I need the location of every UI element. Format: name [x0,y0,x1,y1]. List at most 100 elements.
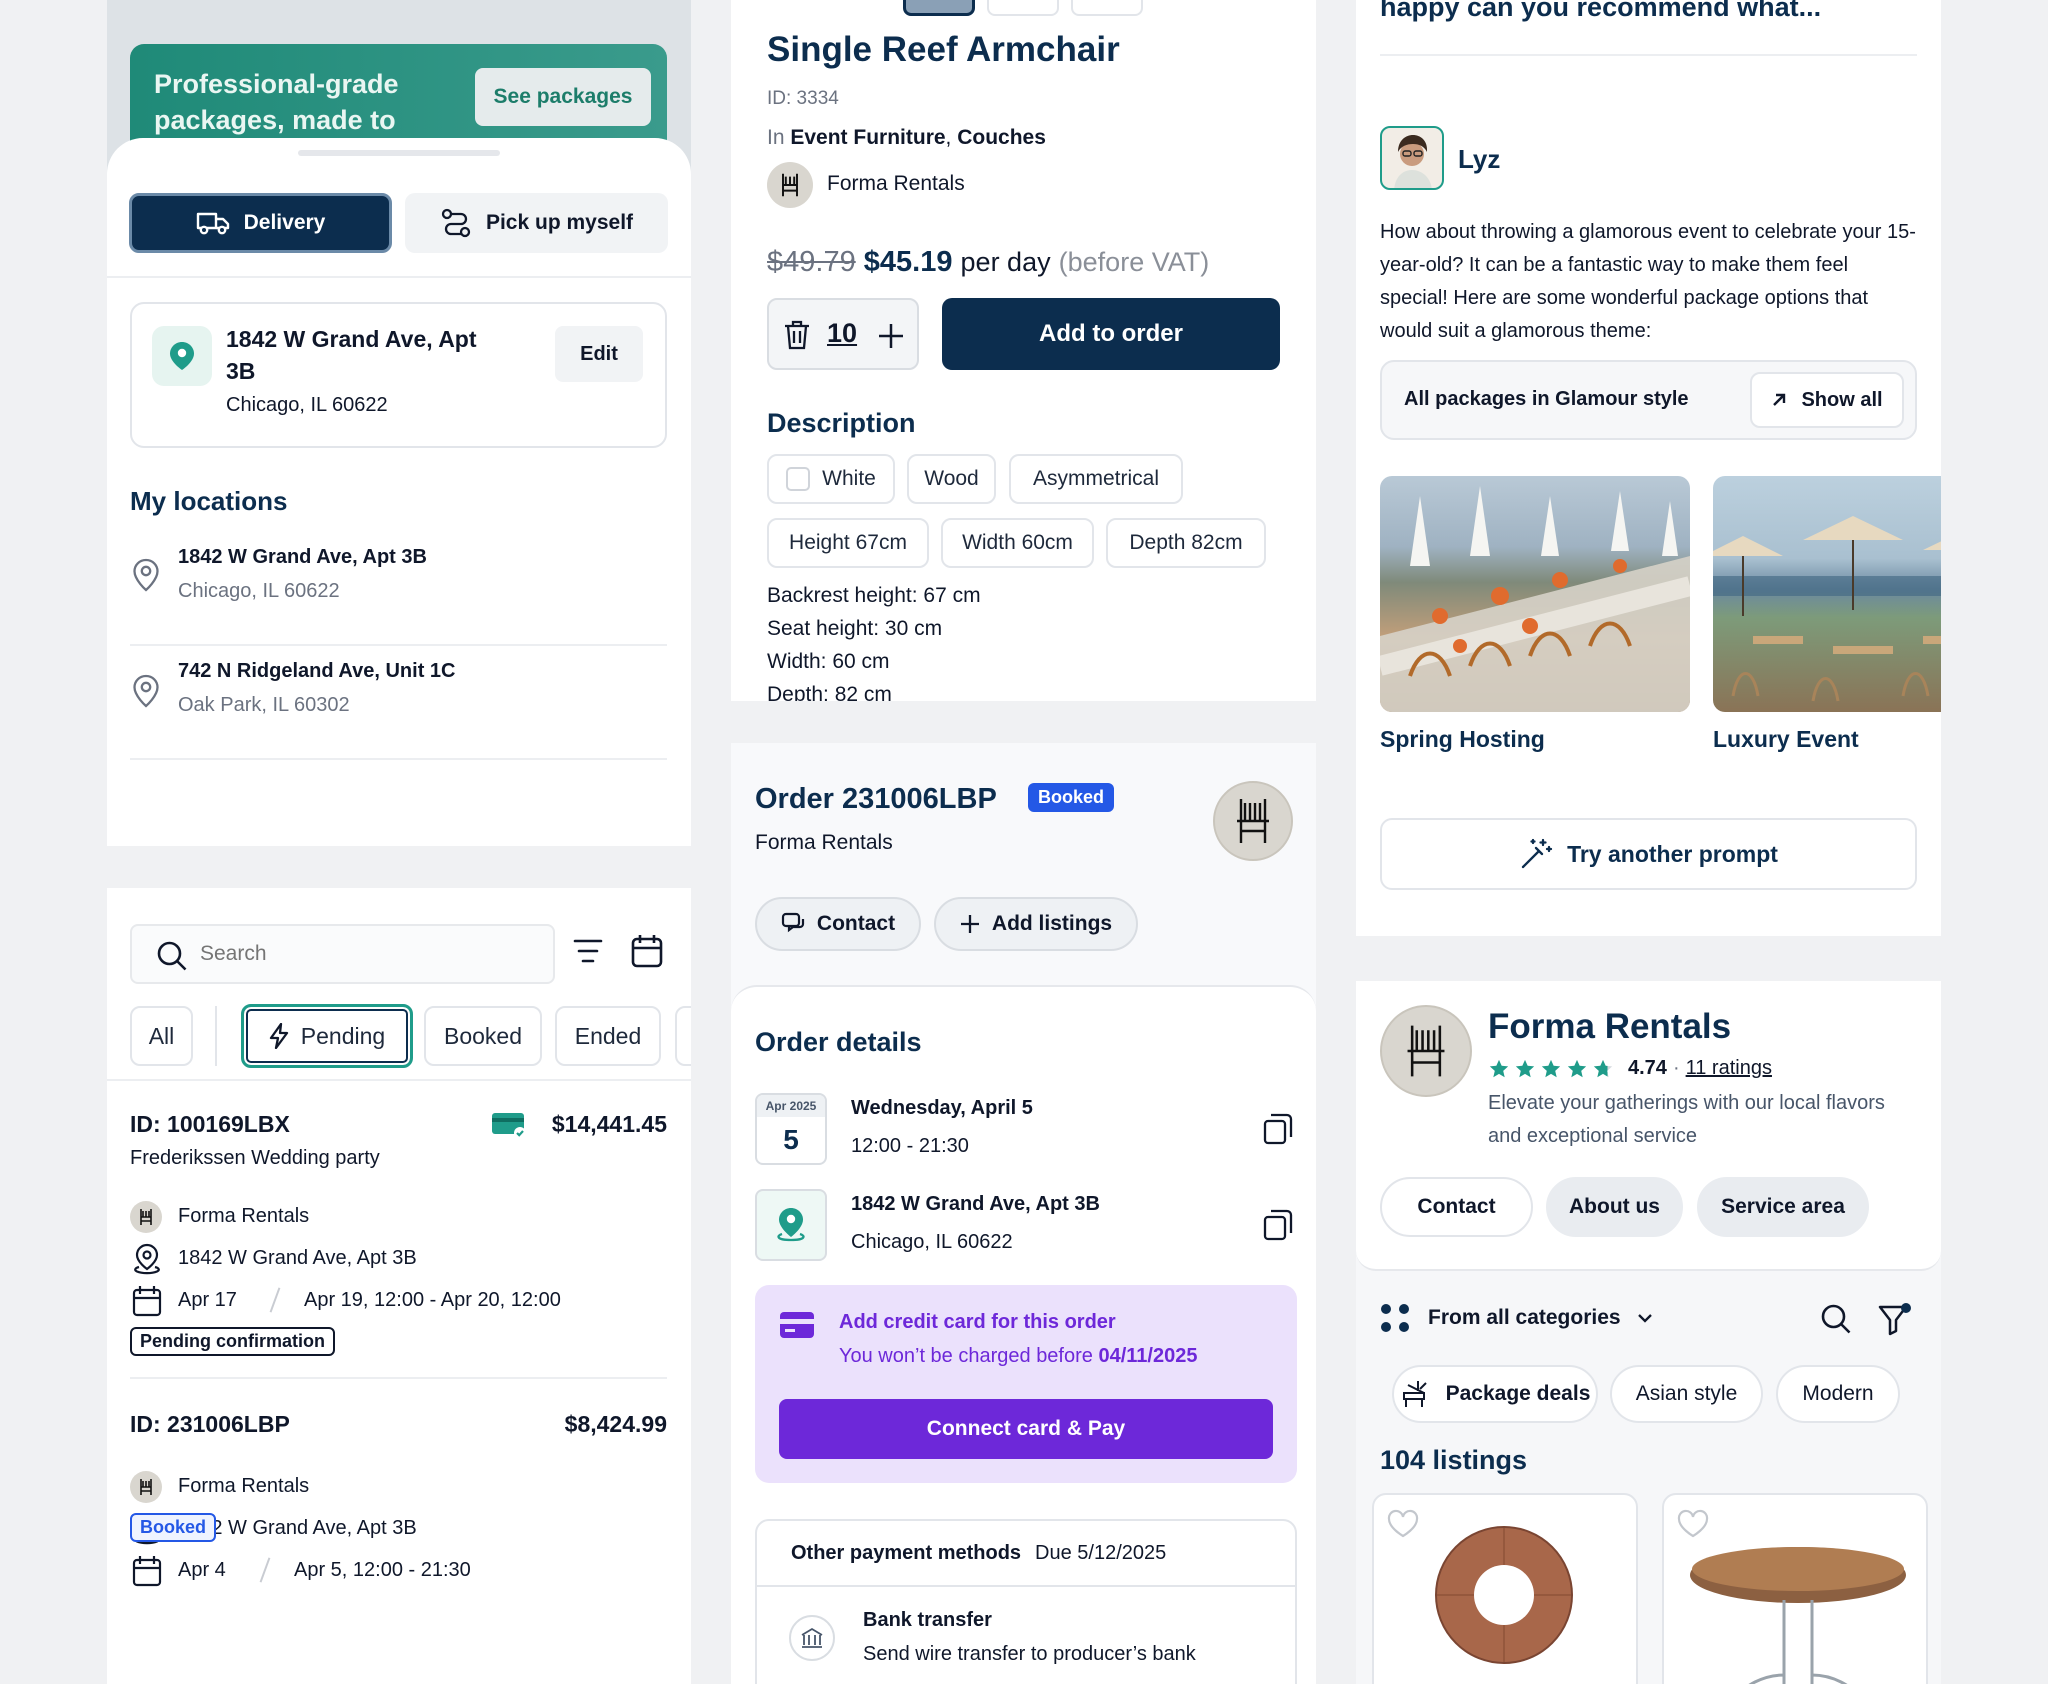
location-line1: 1842 W Grand Ave, Apt 3B [178,546,427,568]
calendar-tile: Apr 2025 5 [755,1093,827,1165]
try-another-prompt-button[interactable]: Try another prompt [1380,818,1917,890]
thumbnail-selected[interactable] [903,0,975,16]
filter-funnel-icon[interactable] [1878,1303,1912,1337]
filter-separator [215,1006,217,1066]
arrow-up-right-icon [1771,392,1787,408]
tab-pickup[interactable]: Pick up myself [405,193,668,253]
see-packages-button[interactable]: See packages [475,68,651,126]
order-list-item[interactable]: ID: 100169LBX $14,441.45 Frederikssen We… [130,1081,667,1379]
vendor-header: Forma Rentals 4.74 · 11 ratings Elevate … [1356,981,1941,1271]
show-all-button[interactable]: Show all [1750,372,1904,428]
product-image-round-table [1688,1545,1908,1684]
filter-chip-asian-style[interactable]: Asian style [1610,1365,1763,1423]
search-box[interactable] [130,924,555,984]
search-icon[interactable] [1820,1303,1852,1335]
heart-icon[interactable] [1676,1509,1710,1539]
heart-icon[interactable] [1386,1509,1420,1539]
order-list-item[interactable]: ID: 231006LBP $8,424.99 Forma Rentals 18… [130,1381,667,1684]
ratings-link[interactable]: 11 ratings [1686,1057,1772,1080]
tag-label: White [822,467,876,490]
other-payments-title: Other payment methods [791,1541,1022,1564]
vendor-tagline: Elevate your gatherings with our local f… [1488,1092,1885,1147]
star-icon [1567,1059,1587,1077]
plus-icon [960,914,980,934]
category-link[interactable]: Event Furniture [790,126,945,149]
packages-bar: All packages in Glamour style Show all [1380,360,1917,440]
service-area-button[interactable]: Service area [1697,1177,1869,1237]
categories-dropdown[interactable]: From all categories [1380,1303,1653,1333]
filter-booked[interactable]: Booked [424,1006,542,1066]
location-item[interactable]: 742 N Ridgeland Ave, Unit 1C Oak Park, I… [130,648,667,760]
filter-all[interactable]: All [130,1006,193,1066]
user-question: happy can you recommend what... [1380,0,1822,22]
location-line2: Chicago, IL 60622 [178,580,340,602]
order-time: 12:00 - 21:30 [851,1135,969,1157]
divider [1380,54,1917,56]
filter-chip-package-deals[interactable]: Package deals [1392,1365,1598,1423]
category-separator: , [945,126,952,149]
filter-pending-label: Pending [300,1022,386,1049]
card-box-title: Add credit card for this order [839,1311,1116,1333]
filter-pending[interactable]: Pending [241,1004,413,1068]
other-payments-header: Other payment methods Due 5/12/2025 [757,1521,1295,1587]
copy-icon[interactable] [1263,1209,1293,1241]
calendar-month: Apr 2025 [757,1095,825,1117]
filter-lines-icon[interactable] [573,938,603,964]
route-icon [440,207,472,239]
filter-chip-modern[interactable]: Modern [1776,1365,1900,1423]
vendor-panel: Forma Rentals 4.74 · 11 ratings Elevate … [1356,981,1941,1684]
star-icon [1593,1059,1613,1077]
quantity-stepper[interactable]: 10 [767,298,919,370]
filter-ended[interactable]: Ended [555,1006,661,1066]
card-box-subtitle: You won’t be charged before 04/11/2025 [839,1345,1197,1368]
dim-height: Height 67cm [767,518,929,568]
assistant-name: Lyz [1458,144,1501,174]
tag-white: White [767,454,895,504]
sheet-handle[interactable] [298,150,500,156]
package-card[interactable]: Spring Hosting [1380,476,1690,766]
credit-card-icon [779,1311,815,1339]
about-us-button[interactable]: About us [1546,1177,1683,1237]
thumbnail[interactable] [1071,0,1143,16]
add-listings-label: Add listings [991,912,1113,935]
lightning-icon [269,1023,289,1049]
search-input[interactable] [200,936,540,972]
copy-icon[interactable] [1263,1113,1293,1145]
vendor-contact-button[interactable]: Contact [1380,1177,1533,1237]
listing-card[interactable] [1372,1493,1638,1684]
due-date: Due 5/12/2025 [1035,1541,1167,1564]
location-pin-icon [152,326,212,386]
checkbox[interactable] [786,467,811,491]
rating-separator: · [1672,1057,1680,1079]
tab-delivery-label: Delivery [243,211,326,234]
thumbnail[interactable] [987,0,1059,16]
connect-card-pay-button[interactable]: Connect card & Pay [779,1399,1273,1459]
trash-icon[interactable] [783,320,811,350]
vendor-logo [767,162,813,208]
selected-address-card[interactable]: 1842 W Grand Ave, Apt 3B Chicago, IL 606… [130,302,667,448]
tag-wood: Wood [907,454,996,504]
add-to-order-button[interactable]: Add to order [942,298,1280,370]
divider [107,276,691,278]
quantity-value: 10 [827,318,858,348]
plus-icon[interactable] [877,322,905,350]
add-listings-button[interactable]: Add listings [934,897,1138,951]
rating-row: 4.74 · 11 ratings [1488,1057,1772,1080]
order-date: Wednesday, April 5 [851,1097,1033,1119]
chat-icon [781,911,807,937]
calendar-icon[interactable] [631,934,663,968]
product-vendor[interactable]: Forma Rentals [827,172,965,196]
filter-more[interactable] [675,1006,691,1066]
promo-text: Professional-grade packages, made to [154,69,399,135]
category-link[interactable]: Couches [957,126,1046,149]
location-item[interactable]: 1842 W Grand Ave, Apt 3B Chicago, IL 606… [130,536,667,646]
package-card[interactable]: Luxury Event [1713,476,1941,766]
current-price: $45.19 [863,246,953,278]
listing-card[interactable] [1662,1493,1928,1684]
edit-address-button[interactable]: Edit [555,326,643,382]
order-details-section: Order details Apr 2025 5 Wednesday, Apri… [731,985,1316,1684]
tab-delivery[interactable]: Delivery [129,193,392,253]
dim-width: Width 60cm [941,518,1094,568]
contact-button[interactable]: Contact [755,897,921,951]
order-id: ID: 231006LBP [130,1411,290,1437]
